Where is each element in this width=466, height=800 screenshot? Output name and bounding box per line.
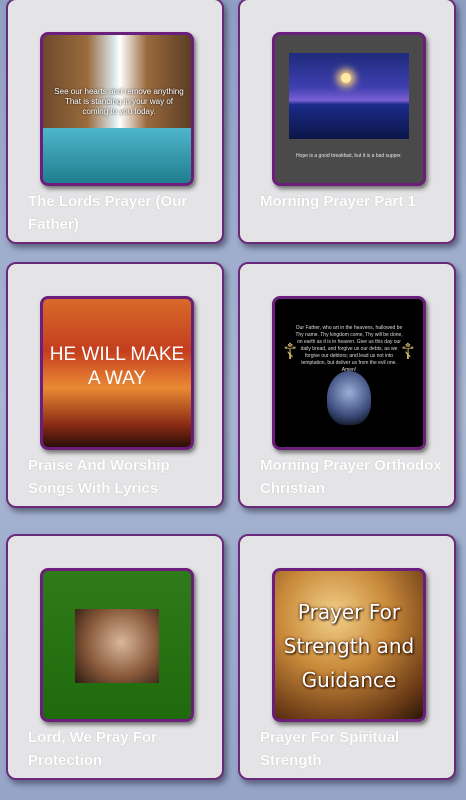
card-morning-prayer-1[interactable]: Hope is a good breakfast, but it is a ba… bbox=[238, 0, 456, 244]
water-pool bbox=[43, 128, 191, 183]
praying-hands-photo bbox=[75, 609, 159, 683]
card-title: Lord, We Pray For Protection bbox=[28, 729, 157, 769]
card-orthodox-prayer[interactable]: Our Father, who art in the heavens, hall… bbox=[238, 262, 456, 508]
card-title: Praise And Worship Songs With Lyrics bbox=[28, 457, 170, 497]
sunset-sea-thumbnail: Hope is a good breakfast, but it is a ba… bbox=[272, 32, 426, 186]
card-title: Prayer For Spiritual Strength bbox=[260, 729, 400, 769]
jesus-figure bbox=[327, 371, 371, 425]
lion-thumbnail: Prayer For Strength and Guidance bbox=[272, 568, 426, 722]
card-title: The Lords Prayer (Our Father) bbox=[28, 193, 188, 233]
card-title: Morning Prayer Part 1 bbox=[260, 193, 416, 210]
card-title: Morning Prayer Orthodox Christian bbox=[260, 457, 442, 497]
thumb-text: See our hearts and remove anything That … bbox=[54, 87, 184, 116]
green-thumbnail bbox=[40, 568, 194, 722]
card-spiritual-strength[interactable]: Prayer For Strength and Guidance Prayer … bbox=[238, 534, 456, 780]
waterfall-thumbnail: See our hearts and remove anything That … bbox=[40, 32, 194, 186]
orthodox-thumbnail: Our Father, who art in the heavens, hall… bbox=[272, 296, 426, 450]
card-lords-prayer[interactable]: See our hearts and remove anything That … bbox=[6, 0, 224, 244]
red-sky-thumbnail: HE WILL MAKE A WAY bbox=[40, 296, 194, 450]
sun-icon bbox=[341, 73, 351, 83]
thumb-text: Prayer For Strength and Guidance bbox=[283, 600, 415, 692]
sea-photo bbox=[289, 53, 409, 139]
cross-icon: ☦ bbox=[400, 339, 415, 364]
card-pray-protection[interactable]: Lord, We Pray For Protection bbox=[6, 534, 224, 780]
thumb-text: Our Father, who art in the heavens, hall… bbox=[295, 325, 403, 373]
thumb-text: HE WILL MAKE A WAY bbox=[49, 344, 185, 389]
cross-icon: ☦ bbox=[283, 339, 298, 364]
thumb-caption: Hope is a good breakfast, but it is a ba… bbox=[296, 153, 402, 159]
card-praise-worship[interactable]: HE WILL MAKE A WAY Praise And Worship So… bbox=[6, 262, 224, 508]
